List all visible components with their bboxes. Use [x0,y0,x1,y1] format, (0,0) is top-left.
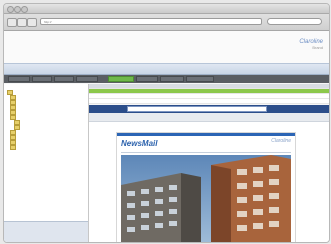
toolbar-button-8[interactable] [186,76,214,82]
reload-icon[interactable] [27,18,37,27]
folder-item[interactable] [10,140,18,145]
folder-item[interactable] [10,105,18,110]
folder-item[interactable] [10,130,18,135]
folder-sidebar [4,84,89,242]
toolbar-button-4[interactable] [76,76,98,82]
preview-subheader [89,113,329,122]
newsletter: NewsMail Claroline [116,132,296,242]
address-bar[interactable]: http:// [40,18,262,25]
preview-header [89,105,329,113]
minimize-window-icon[interactable] [14,6,21,13]
preview-from-field [127,106,267,112]
back-icon[interactable] [7,18,17,27]
table-row[interactable] [89,99,329,104]
module-tabs [4,63,329,75]
folder-item[interactable] [10,110,18,115]
app-header: Claroline Brand [4,31,329,63]
browser-search-input[interactable] [267,18,322,25]
preview-pane: NewsMail Claroline [89,122,329,242]
folder-item[interactable] [7,90,15,95]
title-bar [4,4,329,14]
browser-window: http:// Claroline Brand NewsMail Claroli… [3,3,330,243]
newsletter-logo: Claroline [271,139,291,144]
folder-item[interactable] [14,125,22,130]
message-list [89,84,329,104]
folder-item[interactable] [10,115,18,120]
newsletter-logo-name: Claroline [271,138,291,144]
folder-item[interactable] [10,145,18,150]
toolbar-button-2[interactable] [32,76,52,82]
newsletter-divider [121,152,291,153]
toolbar-button-active[interactable] [108,76,134,82]
folder-item[interactable] [10,95,18,100]
folder-item[interactable] [14,120,22,125]
toolbar-button-7[interactable] [160,76,184,82]
folder-icon [10,145,16,150]
toolbar-button-3[interactable] [54,76,74,82]
forward-icon[interactable] [17,18,27,27]
sidebar-footer [4,221,88,242]
maximize-window-icon[interactable] [21,6,28,13]
newsletter-top-bar [117,133,295,136]
brand-logo: Claroline Brand [299,39,323,51]
newsletter-title: NewsMail [121,139,158,148]
toolbar-button-6[interactable] [136,76,158,82]
folder-item[interactable] [10,135,18,140]
toolbar-button-1[interactable] [8,76,30,82]
browser-toolbar: http:// [4,14,329,31]
folder-item[interactable] [10,100,18,105]
close-window-icon[interactable] [7,6,14,13]
mail-toolbar [4,75,329,83]
building-photo [121,155,291,242]
brand-subtitle: Brand [312,45,323,50]
